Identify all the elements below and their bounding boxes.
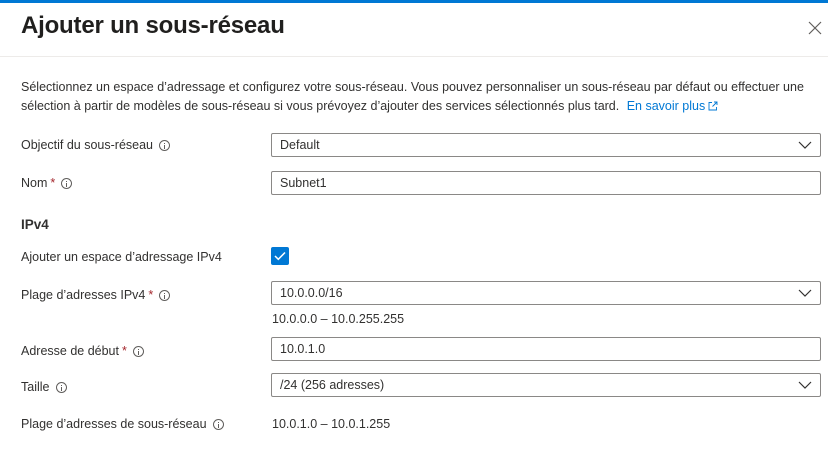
panel-top-accent [0,0,828,3]
panel-title: Ajouter un sous-réseau [21,12,285,39]
panel-description: Sélectionnez un espace d’adressage et co… [21,78,811,116]
close-button[interactable] [805,18,825,38]
start-address-input[interactable] [271,337,821,361]
purpose-label: Objectif du sous-réseau [21,138,171,152]
info-icon[interactable] [212,418,224,430]
chevron-down-icon [798,141,812,149]
add-ipv4-label-text: Ajouter un espace d’adressage IPv4 [21,250,222,264]
ipv4-range-dropdown[interactable]: 10.0.0.0/16 [271,281,821,305]
add-ipv4-label: Ajouter un espace d’adressage IPv4 [21,250,222,264]
header-divider [0,56,828,57]
info-icon[interactable] [132,345,144,357]
ipv4-section-heading: IPv4 [21,217,49,232]
size-dropdown-value: /24 (256 adresses) [280,378,385,392]
ipv4-range-label-text: Plage d’adresses IPv4 [21,288,146,302]
add-ipv4-checkbox[interactable] [271,247,289,265]
chevron-down-icon [798,381,812,389]
ipv4-range-text: 10.0.0.0 – 10.0.255.255 [272,312,405,326]
ipv4-range-dropdown-value: 10.0.0.0/16 [280,286,343,300]
info-icon[interactable] [55,381,67,393]
learn-more-link[interactable]: En savoir plus [627,99,719,113]
subnet-range-label-text: Plage d’adresses de sous-réseau [21,417,207,431]
name-label-text: Nom [21,176,48,190]
learn-more-label: En savoir plus [626,99,706,113]
info-icon[interactable] [159,289,171,301]
purpose-dropdown[interactable]: Default [271,133,821,157]
purpose-dropdown-value: Default [280,138,320,152]
required-mark: * [50,176,56,190]
info-icon[interactable] [159,139,171,151]
info-icon[interactable] [61,177,73,189]
start-address-label-text: Adresse de début [21,344,119,358]
subnet-range-value: 10.0.1.0 – 10.0.1.255 [272,417,391,431]
size-label-text: Taille [21,380,50,394]
purpose-label-text: Objectif du sous-réseau [21,138,154,152]
required-mark: * [148,288,154,302]
checkmark-icon [274,251,286,261]
subnet-range-label: Plage d’adresses de sous-réseau [21,417,224,431]
size-dropdown[interactable]: /24 (256 adresses) [271,373,821,397]
required-mark: * [122,344,127,358]
name-input[interactable] [271,171,821,195]
ipv4-range-label: Plage d’adresses IPv4 * [21,288,171,302]
name-label: Nom * [21,176,73,190]
close-icon [808,21,822,35]
start-address-label: Adresse de début * [21,344,144,358]
chevron-down-icon [798,289,812,297]
external-link-icon [708,101,718,111]
size-label: Taille [21,380,67,394]
